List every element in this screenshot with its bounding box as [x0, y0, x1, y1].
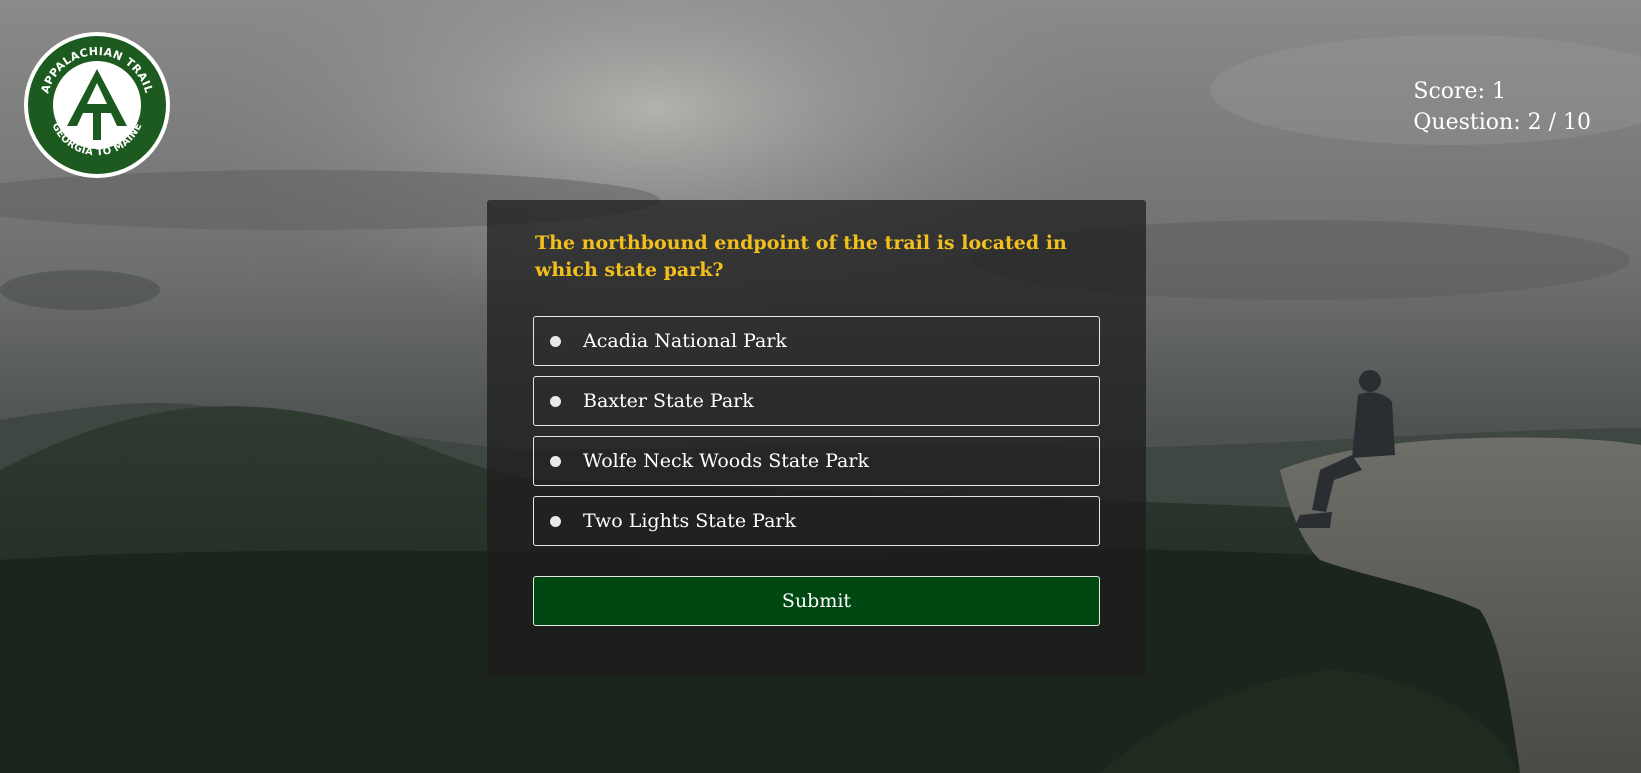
score-text: Score: 1 [1413, 79, 1506, 104]
radio-button-icon[interactable] [550, 395, 561, 407]
appalachian-trail-logo: APPALACHIAN TRAIL GEORGIA TO MAINE [24, 32, 170, 178]
radio-button-icon[interactable] [550, 455, 561, 467]
answer-option-label: Baxter State Park [583, 390, 754, 412]
quiz-card: The northbound endpoint of the trail is … [487, 200, 1146, 677]
radio-button-icon[interactable] [550, 335, 561, 347]
answer-option[interactable]: Acadia National Park [533, 316, 1100, 366]
score-panel: Score: 1 Question: 2 / 10 [1413, 76, 1591, 138]
answer-option[interactable]: Wolfe Neck Woods State Park [533, 436, 1100, 486]
question-text: The northbound endpoint of the trail is … [535, 232, 1067, 281]
answer-option-label: Two Lights State Park [583, 510, 797, 532]
answer-option-label: Acadia National Park [583, 330, 787, 352]
submit-button[interactable]: Submit [533, 576, 1100, 626]
radio-button-icon[interactable] [550, 515, 561, 527]
answer-option[interactable]: Baxter State Park [533, 376, 1100, 426]
answer-option[interactable]: Two Lights State Park [533, 496, 1100, 546]
question-progress-text: Question: 2 / 10 [1413, 110, 1591, 135]
answer-options: Acadia National Park Baxter State Park W… [533, 316, 1100, 556]
answer-option-label: Wolfe Neck Woods State Park [583, 450, 869, 472]
